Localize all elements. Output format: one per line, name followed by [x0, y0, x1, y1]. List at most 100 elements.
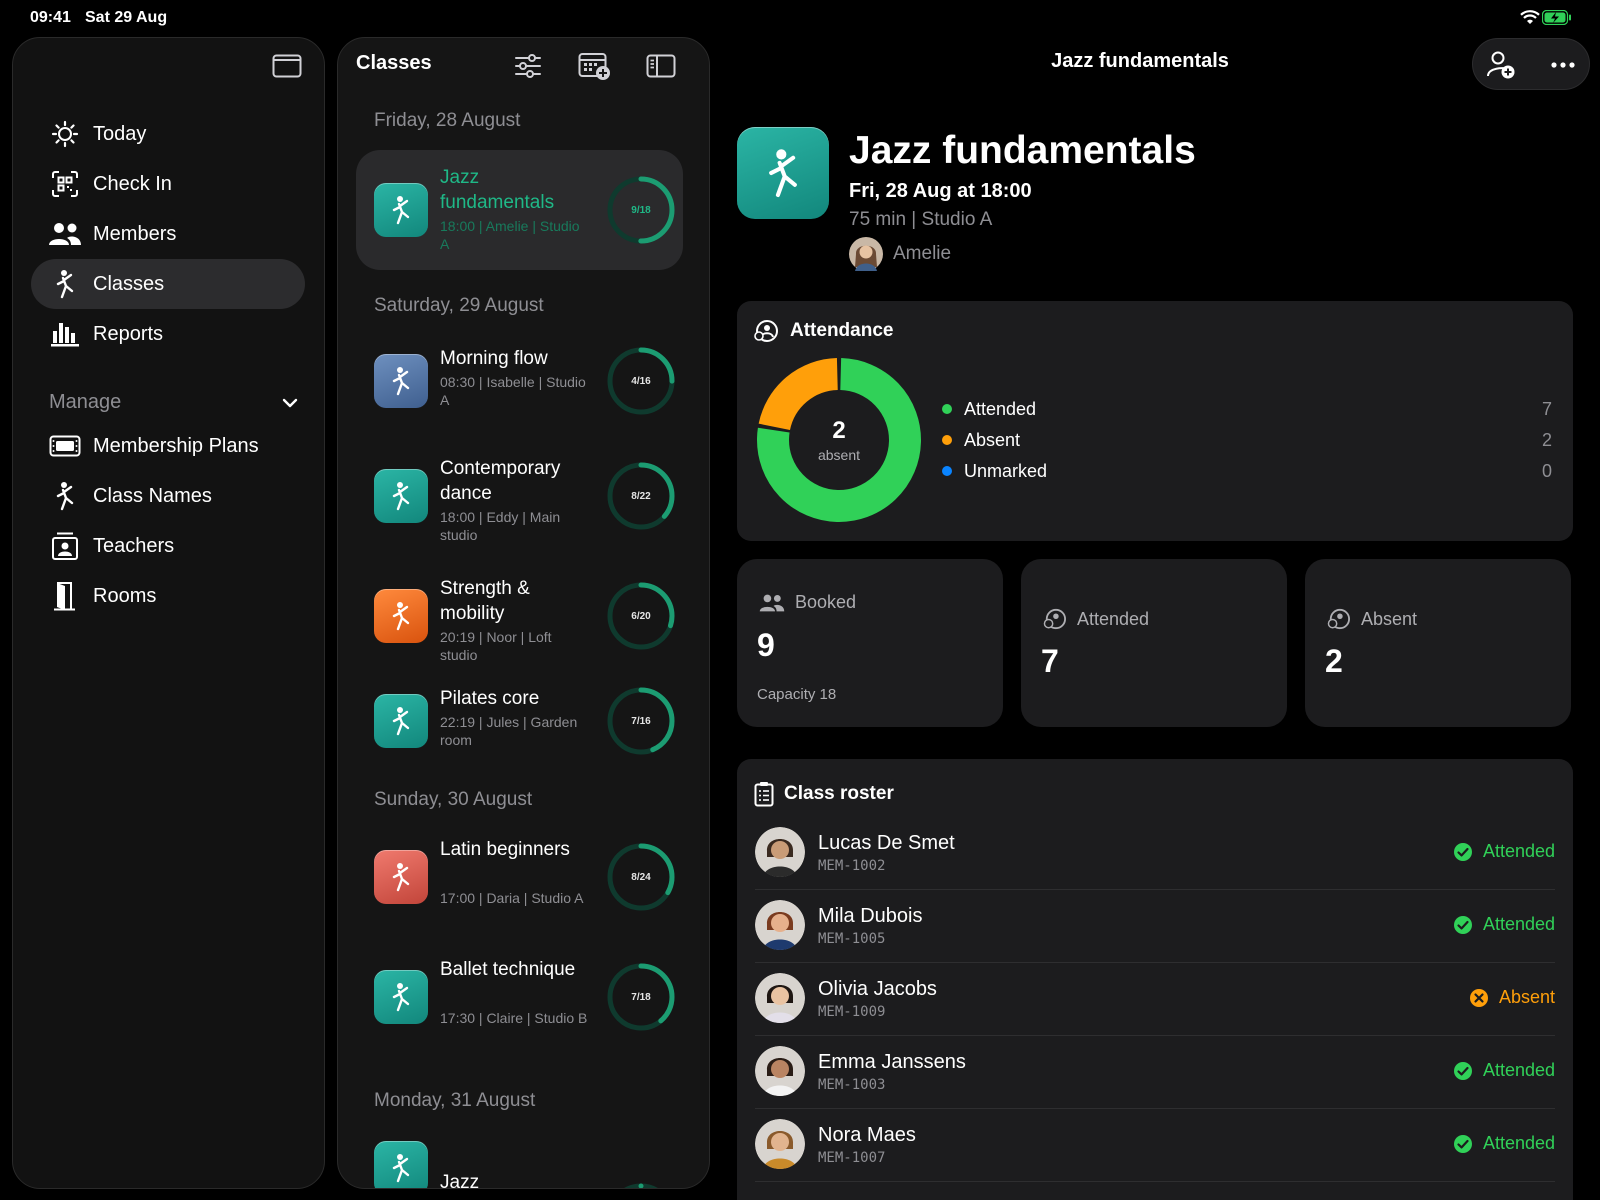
detail-actions: [1472, 38, 1590, 90]
stat-value: 9: [757, 627, 775, 663]
roster-row[interactable]: Olivia Jacobs MEM-1009 Absent: [755, 963, 1555, 1036]
sidebar-item-teachers[interactable]: Teachers: [31, 521, 305, 571]
class-list-item[interactable]: Latin beginners 17:00 | Daria | Studio A 8…: [356, 822, 683, 932]
class-icon: [374, 694, 428, 748]
window-icon: [272, 54, 302, 78]
attendance-status[interactable]: Absent: [1469, 987, 1555, 1008]
stat-value: 7: [1041, 643, 1059, 679]
teacher-name: Amelie: [893, 243, 952, 264]
avatar: [849, 237, 883, 271]
status-label: Attended: [1482, 841, 1555, 861]
sidebar-item-class-names[interactable]: Class Names: [31, 471, 305, 521]
status-bar: 09:41 Sat 29 Aug: [0, 0, 1600, 36]
sidebar-item-rooms[interactable]: Rooms: [31, 571, 305, 621]
roster-row[interactable]: Nora Maes MEM-1007 Attended: [755, 1109, 1555, 1182]
ring-label: 7/18: [631, 991, 651, 1003]
more-options-button[interactable]: [1545, 47, 1581, 83]
class-hero-icon: [737, 127, 829, 219]
status-label: Attended: [1482, 1060, 1555, 1080]
class-title: Jazz fundamentals: [849, 129, 1196, 172]
donut-center: 2 absent: [755, 356, 923, 524]
roster-row[interactable]: Emma Janssens MEM-1003 Attended: [755, 1036, 1555, 1109]
class-name: Jazz: [440, 1172, 480, 1189]
stat-header: Absent: [1327, 608, 1417, 630]
avatar: [755, 973, 805, 1023]
avatar: [755, 827, 805, 877]
roster-row[interactable]: Mila Dubois MEM-1005 Attended: [755, 890, 1555, 963]
check-circle-icon: [1453, 1134, 1472, 1153]
bar-chart-icon: [47, 316, 83, 352]
attended-dot: [942, 404, 952, 414]
class-list-item[interactable]: Jazz fundamentals 18:00 | Amelie | Studio…: [356, 150, 683, 270]
check-circle-icon: [1453, 1061, 1472, 1080]
ellipsis-icon: [1551, 62, 1575, 68]
class-list-item[interactable]: Jazz: [356, 1128, 683, 1189]
add-member-button[interactable]: [1483, 47, 1519, 83]
filter-button[interactable]: [510, 48, 546, 84]
sidebar-item-membership-plans[interactable]: Membership Plans: [31, 421, 305, 471]
manage-section-header[interactable]: Manage: [49, 391, 299, 414]
class-meta: 18:00 | Eddy | Main studio: [440, 509, 561, 543]
wifi-icon: [1520, 10, 1540, 31]
check-circle-icon: [1453, 842, 1472, 861]
sidebar-item-check-in[interactable]: Check In: [31, 159, 305, 209]
toggle-sidebar-button[interactable]: [269, 50, 305, 82]
class-list-item[interactable]: Ballet technique 17:30 | Claire | Studio …: [356, 942, 683, 1052]
status-label: Absent: [1498, 987, 1555, 1007]
attendance-status[interactable]: Attended: [1453, 841, 1555, 862]
class-name: Contemporary dance: [440, 458, 561, 504]
legend-unmarked: Unmarked 0: [942, 459, 1552, 483]
attendance-icon: [1043, 608, 1066, 630]
ring-label: 8/22: [631, 490, 651, 502]
class-list-item[interactable]: Morning flow 08:30 | Isabelle | Studio A 4…: [356, 331, 683, 431]
clipboard-icon: [754, 782, 774, 807]
sidebar-item-reports[interactable]: Reports: [31, 309, 305, 359]
legend-value: 0: [1541, 460, 1552, 481]
ticket-icon: [47, 428, 83, 464]
class-icon: [374, 183, 428, 237]
teacher-badge-icon: [47, 528, 83, 564]
sidebar-item-label: Today: [93, 122, 147, 145]
avatar: [755, 1046, 805, 1096]
attendance-status[interactable]: Attended: [1453, 1133, 1555, 1154]
stat-booked: Booked 9 Capacity 18: [737, 559, 1003, 727]
class-icon: [374, 970, 428, 1024]
dancer-icon: [769, 149, 797, 198]
roster-row[interactable]: Lucas De Smet MEM-1002 Attended: [755, 817, 1555, 890]
sidebar-item-members[interactable]: Members: [31, 209, 305, 259]
legend-value: 7: [1541, 398, 1552, 419]
sidebar-item-label: Class Names: [93, 484, 212, 507]
roster-header: Class roster: [754, 781, 894, 807]
class-list-item[interactable]: Strength & mobility 20:19 | Noor | Loft s…: [356, 561, 683, 671]
class-meta: 20:19 | Noor | Loft studio: [440, 629, 552, 663]
attendance-status[interactable]: Attended: [1453, 914, 1555, 935]
donut-center-label: absent: [817, 447, 861, 463]
booking-progress-ring: 6/20: [606, 581, 676, 651]
member-id: MEM-1002: [818, 858, 886, 874]
sliders-icon: [515, 54, 541, 78]
class-teacher[interactable]: Amelie: [849, 237, 951, 271]
sidebar-item-label: Members: [93, 222, 177, 245]
sidebar: Today Check In Members Classes Reports M…: [12, 37, 325, 1189]
member-name: Lucas De Smet: [818, 832, 955, 854]
legend-label: Attended: [964, 398, 1037, 419]
class-name: Strength & mobility: [440, 578, 530, 624]
class-name: Jazz fundamentals: [440, 167, 555, 213]
attendance-status[interactable]: Attended: [1453, 1060, 1555, 1081]
avatar: [755, 900, 805, 950]
add-to-calendar-button[interactable]: [576, 48, 614, 84]
ring-label: 6/20: [631, 610, 651, 622]
booking-progress-ring: 9/18: [606, 175, 676, 245]
class-list-item[interactable]: Contemporary dance 18:00 | Eddy | Main st…: [356, 441, 683, 551]
class-list-item[interactable]: Pilates core 22:19 | Jules | Garden room 7…: [356, 671, 683, 771]
class-meta: 22:19 | Jules | Garden room: [440, 714, 578, 748]
sidebar-item-label: Classes: [93, 272, 165, 295]
member-name: Mila Dubois: [818, 905, 923, 927]
ring-label: 7/16: [631, 715, 651, 727]
toggle-detail-button[interactable]: [643, 48, 679, 84]
class-icon: [374, 850, 428, 904]
class-duration-room: 75 min | Studio A: [849, 209, 993, 230]
sidebar-item-today[interactable]: Today: [31, 109, 305, 159]
sidebar-item-classes[interactable]: Classes: [31, 259, 305, 309]
detail-nav-title: Jazz fundamentals: [1051, 50, 1229, 72]
